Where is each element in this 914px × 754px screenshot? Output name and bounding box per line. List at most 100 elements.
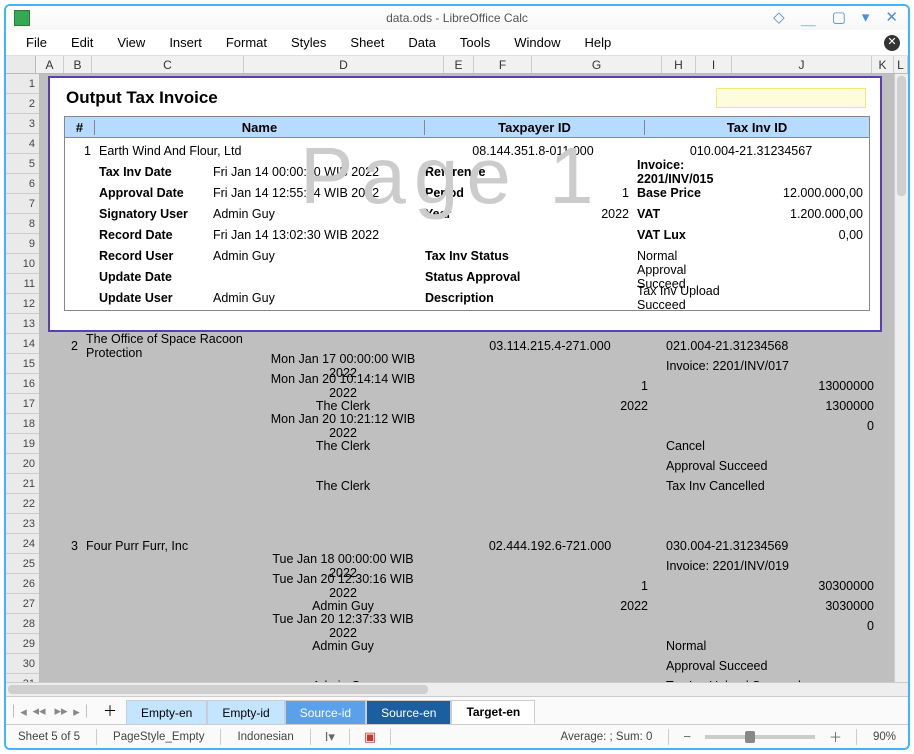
- add-sheet-icon[interactable]: ＋: [98, 700, 122, 722]
- row-header[interactable]: 28: [6, 614, 39, 634]
- table-row: Mon Jan 20 10:14:14 WIB 2022113000000: [48, 376, 882, 396]
- th-name: Name: [95, 120, 425, 135]
- cell: 2: [48, 339, 84, 353]
- row-header[interactable]: 30: [6, 654, 39, 674]
- row-header[interactable]: 21: [6, 474, 39, 494]
- column-header[interactable]: I: [696, 56, 732, 73]
- vertical-scroll-thumb[interactable]: [897, 76, 906, 196]
- maximize-icon[interactable]: ▢: [830, 8, 848, 29]
- menu-file[interactable]: File: [14, 32, 59, 53]
- row-header[interactable]: 5: [6, 154, 39, 174]
- column-header[interactable]: L: [894, 56, 908, 73]
- sheet-tab[interactable]: Empty-en: [126, 700, 207, 724]
- row-header[interactable]: 14: [6, 334, 39, 354]
- row-header[interactable]: 2: [6, 94, 39, 114]
- column-header[interactable]: G: [532, 56, 662, 73]
- row-header[interactable]: 20: [6, 454, 39, 474]
- row-header[interactable]: 29: [6, 634, 39, 654]
- window-more-icon[interactable]: ▾: [860, 8, 872, 29]
- row-header[interactable]: 8: [6, 214, 39, 234]
- column-header[interactable]: J: [732, 56, 872, 73]
- status-language[interactable]: Indonesian: [231, 731, 299, 743]
- row-header[interactable]: 31: [6, 674, 39, 682]
- row-header[interactable]: 11: [6, 274, 39, 294]
- tab-prev-icon[interactable]: ◂◂: [28, 700, 50, 722]
- row-header[interactable]: 26: [6, 574, 39, 594]
- column-header[interactable]: A: [36, 56, 64, 73]
- row-header[interactable]: 25: [6, 554, 39, 574]
- menu-data[interactable]: Data: [396, 32, 447, 53]
- row-header[interactable]: 18: [6, 414, 39, 434]
- column-header[interactable]: E: [444, 56, 474, 73]
- minimize-icon[interactable]: ＿: [799, 8, 818, 29]
- column-header[interactable]: K: [872, 56, 894, 73]
- column-header[interactable]: B: [64, 56, 92, 73]
- sheet-tab[interactable]: Target-en: [451, 700, 535, 724]
- cell-name: Earth Wind And Flour, Ltd: [95, 144, 247, 158]
- sheet-tab-strip: ｜◂ ◂◂ ▸▸ ▸｜ ＋ Empty-enEmpty-idSource-idS…: [6, 696, 908, 724]
- cell: Tax Inv Cancelled: [658, 479, 882, 493]
- zoom-slider[interactable]: [705, 735, 815, 739]
- table-body: 1 Earth Wind And Flour, Ltd 08.144.351.8…: [64, 138, 870, 311]
- vertical-scrollbar[interactable]: [894, 74, 908, 682]
- row-header[interactable]: 19: [6, 434, 39, 454]
- tab-last-icon[interactable]: ▸｜: [72, 700, 94, 722]
- close-window-icon[interactable]: ✕: [883, 8, 900, 29]
- horizontal-scroll-thumb[interactable]: [8, 685, 428, 694]
- cell-num: 1: [65, 144, 95, 158]
- table-row: Tue Jan 20 12:37:33 WIB 20220: [48, 616, 882, 636]
- menu-view[interactable]: View: [105, 32, 157, 53]
- column-header[interactable]: F: [474, 56, 532, 73]
- row-header[interactable]: 10: [6, 254, 39, 274]
- row-header[interactable]: 12: [6, 294, 39, 314]
- sheet-body[interactable]: Page 1 Output Tax Invoice # Name Taxpaye…: [40, 74, 894, 682]
- status-pagestyle[interactable]: PageStyle_Empty: [107, 731, 210, 743]
- row-header[interactable]: 17: [6, 394, 39, 414]
- menu-insert[interactable]: Insert: [157, 32, 214, 53]
- cell: Admin Guy: [213, 291, 425, 305]
- menu-sheet[interactable]: Sheet: [338, 32, 396, 53]
- close-document-icon[interactable]: ✕: [884, 35, 900, 51]
- window-pin-icon[interactable]: ◇: [771, 8, 787, 29]
- row-header[interactable]: 23: [6, 514, 39, 534]
- sheet-tab[interactable]: Source-en: [366, 700, 451, 724]
- horizontal-scrollbar[interactable]: [6, 682, 908, 696]
- row-header[interactable]: 24: [6, 534, 39, 554]
- column-header[interactable]: H: [662, 56, 696, 73]
- row-header[interactable]: 6: [6, 174, 39, 194]
- menu-tools[interactable]: Tools: [448, 32, 502, 53]
- row-header[interactable]: 4: [6, 134, 39, 154]
- column-header[interactable]: C: [92, 56, 244, 73]
- row-header[interactable]: 15: [6, 354, 39, 374]
- menu-window[interactable]: Window: [502, 32, 572, 53]
- row-header[interactable]: 7: [6, 194, 39, 214]
- menu-styles[interactable]: Styles: [279, 32, 338, 53]
- cell: Base Price: [637, 186, 729, 200]
- row-header[interactable]: 16: [6, 374, 39, 394]
- sheet-tab[interactable]: Empty-id: [207, 700, 284, 724]
- tab-next-icon[interactable]: ▸▸: [50, 700, 72, 722]
- row-header[interactable]: 13: [6, 314, 39, 334]
- status-summary[interactable]: Average: ; Sum: 0: [555, 731, 659, 743]
- zoom-in-icon[interactable]: ＋: [825, 727, 846, 746]
- row-header[interactable]: 1: [6, 74, 39, 94]
- row-header[interactable]: 22: [6, 494, 39, 514]
- cell: 02.444.192.6-721.000: [442, 539, 658, 553]
- menu-help[interactable]: Help: [572, 32, 623, 53]
- row-header[interactable]: 3: [6, 114, 39, 134]
- table-row: Signatory UserAdmin GuyYear2022VAT1.200.…: [65, 203, 869, 224]
- select-all-corner[interactable]: [6, 56, 36, 73]
- save-indicator-icon[interactable]: ▣: [360, 729, 380, 745]
- row-header[interactable]: 27: [6, 594, 39, 614]
- sheet-tab[interactable]: Source-id: [285, 700, 366, 724]
- zoom-out-icon[interactable]: −: [679, 729, 695, 744]
- column-header[interactable]: D: [244, 56, 444, 73]
- zoom-slider-handle[interactable]: [745, 731, 755, 743]
- menu-format[interactable]: Format: [214, 32, 279, 53]
- insert-mode-icon[interactable]: I▾: [321, 729, 339, 745]
- menu-edit[interactable]: Edit: [59, 32, 105, 53]
- status-zoom[interactable]: 90%: [867, 731, 902, 743]
- cell: Tax Inv Status: [425, 249, 525, 263]
- tab-first-icon[interactable]: ｜◂: [6, 700, 28, 722]
- row-header[interactable]: 9: [6, 234, 39, 254]
